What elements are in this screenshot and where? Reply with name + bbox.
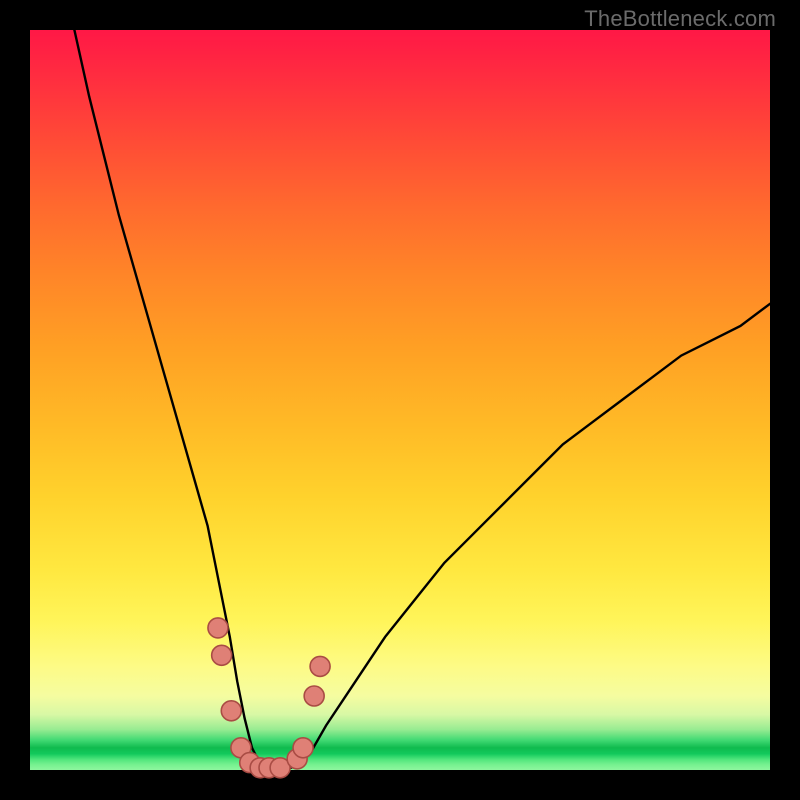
chart-container: TheBottleneck.com <box>0 0 800 800</box>
highlight-marker <box>212 645 232 665</box>
highlight-marker <box>310 656 330 676</box>
highlight-marker <box>208 618 228 638</box>
highlight-marker <box>221 701 241 721</box>
chart-overlay <box>30 30 770 770</box>
highlight-marker <box>304 686 324 706</box>
highlight-markers <box>208 618 330 778</box>
highlight-marker <box>293 738 313 758</box>
branding-label: TheBottleneck.com <box>584 6 776 32</box>
bottleneck-curve <box>74 30 770 770</box>
